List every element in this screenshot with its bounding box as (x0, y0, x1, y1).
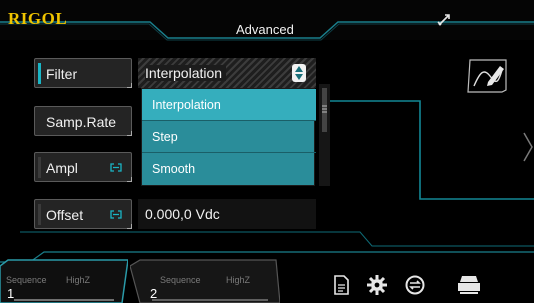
channel-1-impedance: HighZ (66, 275, 91, 285)
channel-2-mode: Sequence (160, 275, 201, 285)
edit-waveform-icon[interactable] (466, 58, 510, 94)
corner-mark (127, 83, 132, 88)
dropdown-arrow-icon[interactable] (292, 64, 306, 82)
param-label-text: Offset (46, 207, 84, 223)
filter-value: Interpolation (145, 65, 227, 81)
dropdown-scrollbar[interactable] (319, 84, 330, 186)
param-label-samp-rate[interactable]: Samp.Rate (34, 106, 132, 136)
offset-value-field[interactable]: 0.000,0 Vdc (138, 199, 316, 229)
param-label-filter[interactable]: Filter (34, 58, 132, 88)
param-label-text: Samp.Rate (46, 114, 117, 130)
param-label-ampl[interactable]: Ampl (34, 152, 132, 182)
channel-1-mode: Sequence (6, 275, 47, 285)
dropdown-option-interpolation[interactable]: Interpolation (142, 89, 316, 121)
dropdown-option-label: Smooth (152, 162, 196, 176)
dropdown-option-smooth[interactable]: Smooth (142, 153, 316, 185)
corner-mark (127, 224, 132, 229)
gear-icon[interactable] (366, 274, 388, 296)
chevron-right-icon[interactable] (523, 132, 533, 162)
param-label-offset[interactable]: Offset (34, 199, 132, 229)
offset-value: 0.000,0 Vdc (145, 206, 220, 222)
filter-dropdown[interactable]: Interpolation (138, 58, 316, 88)
link-icon[interactable] (109, 162, 123, 173)
sync-icon[interactable] (404, 274, 426, 296)
dropdown-option-label: Interpolation (152, 98, 221, 112)
param-label-text: Filter (46, 66, 78, 82)
link-icon[interactable] (109, 209, 123, 220)
filter-dropdown-list: Interpolation Step Smooth (141, 88, 316, 186)
printer-icon[interactable] (456, 274, 482, 296)
channel-2-tab[interactable]: Sequence HighZ 2 (130, 258, 280, 303)
row-indicator (38, 204, 41, 225)
channel-1-number: 1 (7, 286, 15, 301)
row-indicator (38, 157, 41, 178)
dropdown-option-step[interactable]: Step (142, 121, 316, 153)
channel-2-impedance: HighZ (226, 275, 251, 285)
corner-mark (127, 131, 132, 136)
selection-indicator (38, 63, 41, 84)
channel-1-tab[interactable]: Sequence HighZ 1 (0, 258, 128, 303)
channel-2-number: 2 (150, 286, 158, 301)
document-icon[interactable] (330, 274, 352, 296)
dropdown-option-label: Step (152, 130, 178, 144)
scroll-grip-icon (322, 105, 327, 113)
param-label-text: Ampl (46, 160, 78, 176)
corner-mark (127, 177, 132, 182)
